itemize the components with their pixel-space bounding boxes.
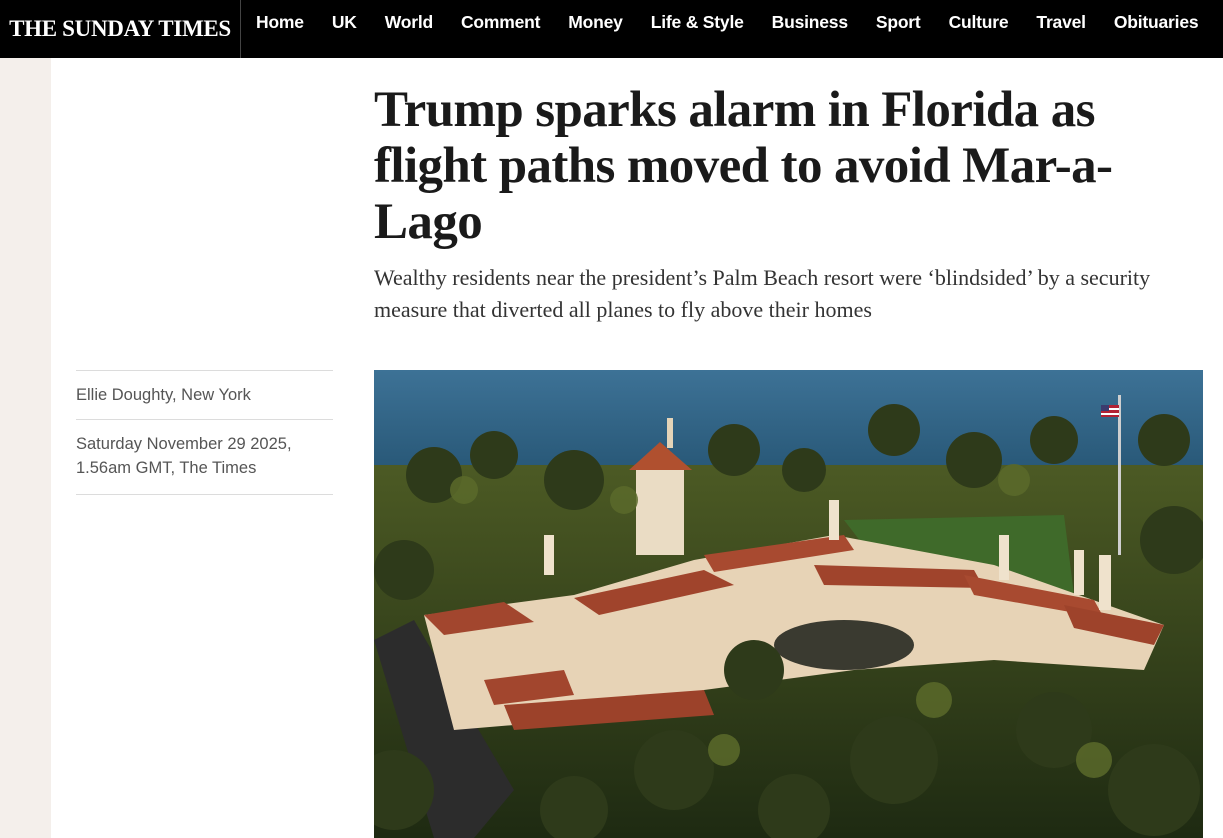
article-standfirst: Wealthy residents near the president’s P… [374, 265, 1151, 322]
article-dateline: Saturday November 29 2025, 1.56am GMT, T… [76, 435, 292, 477]
hero-image[interactable] [374, 370, 1203, 838]
nav-item-obituaries[interactable]: Obituaries [1100, 12, 1213, 33]
nav-item-culture[interactable]: Culture [935, 12, 1023, 33]
author-link[interactable]: Ellie Doughty, New York [76, 371, 333, 419]
byline-divider-bottom [76, 494, 333, 495]
hero-image-illustration [374, 370, 1203, 838]
masthead-logo[interactable]: THE SUNDAY TIMES [0, 0, 240, 58]
top-navigation-bar: THE SUNDAY TIMES Home UK World Comment M… [0, 0, 1223, 58]
nav-item-world[interactable]: World [371, 12, 447, 33]
article-headline: Trump sparks alarm in Florida as flight … [374, 82, 1113, 250]
nav-item-life-style[interactable]: Life & Style [637, 12, 758, 33]
nav-item-overflow[interactable]: F [1212, 12, 1223, 33]
nav-item-sport[interactable]: Sport [862, 12, 935, 33]
section-nav: Home UK World Comment Money Life & Style… [242, 0, 1223, 44]
masthead-divider [240, 0, 241, 58]
nav-item-money[interactable]: Money [554, 12, 636, 33]
page-margin-strip [0, 58, 51, 838]
nav-item-travel[interactable]: Travel [1022, 12, 1099, 33]
nav-item-uk[interactable]: UK [318, 12, 371, 33]
nav-item-business[interactable]: Business [758, 12, 862, 33]
nav-item-home[interactable]: Home [242, 12, 318, 33]
byline-block: Ellie Doughty, New York Saturday Novembe… [76, 370, 333, 495]
nav-item-comment[interactable]: Comment [447, 12, 554, 33]
